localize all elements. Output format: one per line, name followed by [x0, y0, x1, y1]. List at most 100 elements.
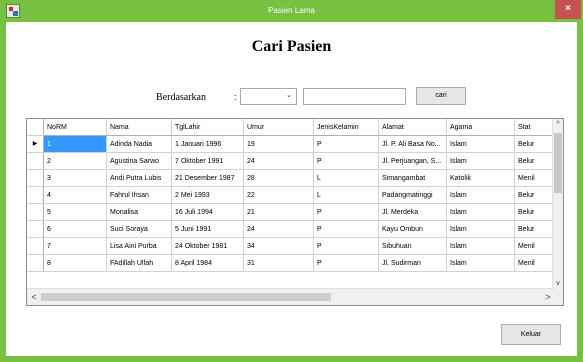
table-cell[interactable]: P	[314, 238, 379, 255]
row-header	[27, 221, 44, 238]
table-cell[interactable]: 8 April 1984	[172, 255, 244, 272]
table-cell[interactable]: P	[314, 136, 379, 153]
table-cell[interactable]: 16 Juli 1994	[172, 204, 244, 221]
table-cell[interactable]: Jl. P. Ali Basa No...	[379, 136, 447, 153]
column-header-status[interactable]: Stat	[515, 119, 555, 136]
row-header	[27, 238, 44, 255]
table-row[interactable]: 3 Andi Putra Lubis 21 Desember 1987 28 L…	[27, 170, 555, 187]
column-header-jeniskelamin[interactable]: JenisKelamin	[314, 119, 379, 136]
scroll-left-icon[interactable]: <	[29, 289, 39, 305]
table-cell[interactable]: 31	[244, 255, 314, 272]
table-cell[interactable]: Islam	[447, 204, 515, 221]
table-row[interactable]: 8 FAdillah Ulfah 8 April 1984 31 P Jl. S…	[27, 255, 555, 272]
patient-table[interactable]: NoRM Nama TglLahir Umur JenisKelamin Ala…	[26, 118, 564, 306]
table-cell[interactable]: Islam	[447, 238, 515, 255]
close-window-button[interactable]: ×	[555, 0, 581, 19]
column-header-umur[interactable]: Umur	[244, 119, 314, 136]
table-row[interactable]: 5 Monalisa 16 Juli 1994 21 P Jl. Merdeka…	[27, 204, 555, 221]
table-row[interactable]: ▶ 1 Adinda Nadia 1 Januari 1996 19 P Jl.…	[27, 136, 555, 153]
table-row[interactable]: 7 Lisa Aini Purba 24 Oktober 1981 34 P S…	[27, 238, 555, 255]
scroll-right-icon[interactable]: >	[543, 289, 553, 305]
table-cell[interactable]: 7 Oktober 1991	[172, 153, 244, 170]
table-cell[interactable]: 8	[44, 255, 107, 272]
table-cell[interactable]: P	[314, 221, 379, 238]
column-header-alamat[interactable]: Alamat	[379, 119, 447, 136]
table-cell[interactable]: Menil	[515, 238, 555, 255]
table-cell[interactable]: Monalisa	[107, 204, 172, 221]
table-cell[interactable]: Andi Putra Lubis	[107, 170, 172, 187]
table-cell[interactable]: 19	[244, 136, 314, 153]
table-cell[interactable]: P	[314, 255, 379, 272]
row-header-corner	[27, 119, 44, 136]
table-cell[interactable]: 3	[44, 170, 107, 187]
horizontal-scrollbar[interactable]: < >	[27, 288, 555, 305]
table-cell[interactable]: Belur	[515, 136, 555, 153]
column-header-norm[interactable]: NoRM	[44, 119, 107, 136]
column-header-tgllahir[interactable]: TglLahir	[172, 119, 244, 136]
table-cell[interactable]: 24 Oktober 1981	[172, 238, 244, 255]
table-cell[interactable]: Jl. Perjuangan, S...	[379, 153, 447, 170]
table-cell[interactable]: 1	[44, 136, 107, 153]
table-cell[interactable]: 4	[44, 187, 107, 204]
table-cell[interactable]: Padangmatinggi	[379, 187, 447, 204]
column-header-nama[interactable]: Nama	[107, 119, 172, 136]
search-by-colon: :	[234, 92, 237, 102]
table-row[interactable]: 2 Agustina Sarwo 7 Oktober 1991 24 P Jl.…	[27, 153, 555, 170]
vertical-scroll-thumb[interactable]	[554, 133, 562, 193]
scroll-up-icon[interactable]: ^	[553, 119, 563, 131]
table-cell[interactable]: 7	[44, 238, 107, 255]
table-cell[interactable]: Lisa Aini Purba	[107, 238, 172, 255]
table-cell[interactable]: 24	[244, 153, 314, 170]
search-input[interactable]	[303, 88, 406, 105]
title-bar[interactable]: Pasien Lama ×	[0, 0, 583, 22]
column-header-agama[interactable]: Agama	[447, 119, 515, 136]
table-cell[interactable]: Adinda Nadia	[107, 136, 172, 153]
table-cell[interactable]: Belur	[515, 187, 555, 204]
table-cell[interactable]: 2	[44, 153, 107, 170]
table-cell[interactable]: 22	[244, 187, 314, 204]
table-cell[interactable]: Agustina Sarwo	[107, 153, 172, 170]
table-cell[interactable]: 5 Juni 1991	[172, 221, 244, 238]
table-cell[interactable]: Islam	[447, 221, 515, 238]
table-cell[interactable]: Islam	[447, 187, 515, 204]
table-row[interactable]: 4 Fahrul Ihsan 2 Mei 1993 22 L Padangmat…	[27, 187, 555, 204]
table-cell[interactable]: 2 Mei 1993	[172, 187, 244, 204]
table-cell[interactable]: Islam	[447, 255, 515, 272]
table-cell[interactable]: Belur	[515, 221, 555, 238]
table-cell[interactable]: L	[314, 187, 379, 204]
table-cell[interactable]: 5	[44, 204, 107, 221]
table-cell[interactable]: Islam	[447, 153, 515, 170]
table-cell[interactable]: 28	[244, 170, 314, 187]
search-button[interactable]: cari	[416, 87, 466, 105]
table-cell[interactable]: Menil	[515, 170, 555, 187]
table-cell[interactable]: Menil	[515, 255, 555, 272]
exit-button[interactable]: Keluar	[501, 324, 561, 345]
table-cell[interactable]: Jl. Sudirman	[379, 255, 447, 272]
search-field-select[interactable]: ⌄	[240, 88, 297, 105]
horizontal-scroll-thumb[interactable]	[41, 293, 331, 301]
table-cell[interactable]: L	[314, 170, 379, 187]
table-cell[interactable]: Simangambat	[379, 170, 447, 187]
table-cell[interactable]: 6	[44, 221, 107, 238]
table-cell[interactable]: FAdillah Ulfah	[107, 255, 172, 272]
table-cell[interactable]: Fahrul Ihsan	[107, 187, 172, 204]
table-cell[interactable]: 1 Januari 1996	[172, 136, 244, 153]
table-cell[interactable]: 34	[244, 238, 314, 255]
table-cell[interactable]: 24	[244, 221, 314, 238]
table-cell[interactable]: Suci Soraya	[107, 221, 172, 238]
row-header	[27, 204, 44, 221]
table-cell[interactable]: P	[314, 204, 379, 221]
current-row-indicator-icon: ▶	[27, 136, 44, 153]
table-cell[interactable]: 21 Desember 1987	[172, 170, 244, 187]
table-cell[interactable]: Belur	[515, 204, 555, 221]
table-cell[interactable]: 21	[244, 204, 314, 221]
table-row[interactable]: 6 Suci Soraya 5 Juni 1991 24 P Kayu Ombu…	[27, 221, 555, 238]
table-cell[interactable]: Katolik	[447, 170, 515, 187]
table-cell[interactable]: P	[314, 153, 379, 170]
vertical-scrollbar[interactable]: ^ v	[552, 119, 563, 290]
table-cell[interactable]: Jl. Merdeka	[379, 204, 447, 221]
table-cell[interactable]: Belur	[515, 153, 555, 170]
table-cell[interactable]: Sibuhuan	[379, 238, 447, 255]
table-cell[interactable]: Islam	[447, 136, 515, 153]
table-cell[interactable]: Kayu Ombun	[379, 221, 447, 238]
